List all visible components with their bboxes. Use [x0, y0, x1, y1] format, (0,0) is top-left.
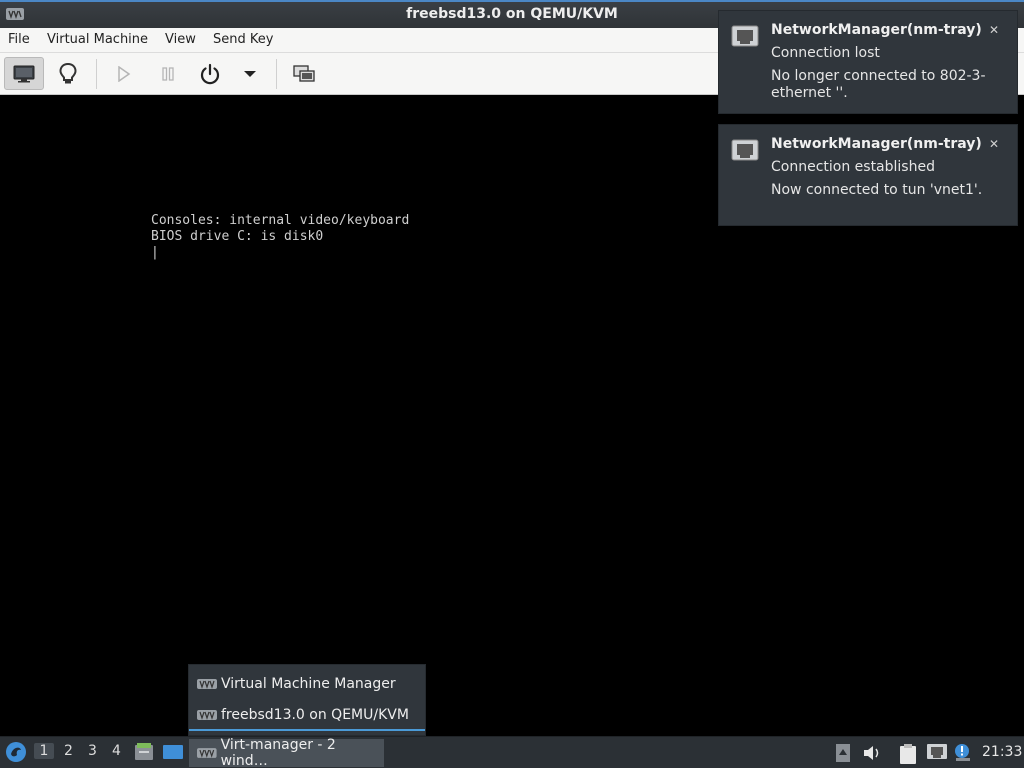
menu-view[interactable]: View	[165, 32, 196, 47]
virt-manager-icon	[197, 679, 217, 689]
virt-manager-icon	[197, 710, 217, 720]
network-wired-icon	[731, 139, 759, 161]
clipboard-icon[interactable]	[898, 743, 918, 765]
menu-send-key[interactable]: Send Key	[213, 32, 273, 47]
close-icon[interactable]: ✕	[989, 23, 999, 37]
taskbar-task-label: Virt-manager - 2 wind…	[220, 737, 336, 768]
clock[interactable]: 21:33	[982, 744, 1022, 760]
update-notifier-icon[interactable]	[953, 743, 973, 763]
console-line: BIOS drive C: is disk0	[151, 229, 324, 244]
workspace-2[interactable]: 2	[64, 743, 73, 759]
menu-virtual-machine[interactable]: Virtual Machine	[47, 32, 148, 47]
lightbulb-icon	[59, 62, 77, 83]
notification-body: No longer connected to 802-3-ethernet ''…	[771, 68, 986, 101]
snapshot-button[interactable]	[284, 57, 324, 90]
popup-item-virtual-machine-manager[interactable]: Virtual Machine Manager	[189, 669, 425, 699]
notification-connection-established[interactable]: NetworkManager(nm-tray) Connection estab…	[718, 124, 1018, 226]
toolbar-separator	[276, 59, 277, 89]
pause-icon	[162, 66, 174, 81]
snapshot-icon	[293, 64, 315, 82]
file-manager-icon[interactable]	[134, 742, 154, 762]
shutdown-button[interactable]	[190, 57, 230, 90]
shutdown-menu-button[interactable]	[230, 57, 270, 90]
console-line: Consoles: internal video/keyboard	[151, 213, 410, 228]
play-icon	[118, 65, 131, 82]
toolbar-separator	[96, 59, 97, 89]
run-button[interactable]	[104, 57, 144, 90]
monitor-icon	[13, 65, 35, 82]
notification-app-name: NetworkManager(nm-tray)	[771, 22, 982, 38]
popup-item-label: Virtual Machine Manager	[221, 676, 396, 692]
console-cursor: |	[151, 245, 159, 260]
virt-manager-icon	[197, 748, 217, 758]
network-wired-icon	[731, 25, 759, 47]
notification-summary: Connection lost	[771, 45, 880, 61]
taskbar-task-virt-manager[interactable]: Virt-manager - 2 wind…	[189, 737, 384, 768]
notification-summary: Connection established	[771, 159, 935, 175]
chevron-down-icon	[244, 70, 256, 77]
notification-connection-lost[interactable]: NetworkManager(nm-tray) Connection lost …	[718, 10, 1018, 114]
workspace-3[interactable]: 3	[88, 743, 97, 759]
volume-icon[interactable]	[862, 743, 882, 763]
taskbar: 1 2 3 4 Virt-manager - 2 wind… 21:33	[0, 736, 1024, 768]
window-list-popup: Virtual Machine Manager freebsd13.0 on Q…	[188, 664, 426, 736]
start-menu-icon[interactable]	[5, 741, 27, 763]
notification-body: Now connected to tun 'vnet1'.	[771, 182, 983, 198]
show-desktop-icon[interactable]	[162, 743, 184, 761]
details-button[interactable]	[48, 57, 88, 90]
workspace-4[interactable]: 4	[112, 743, 121, 759]
close-icon[interactable]: ✕	[989, 137, 999, 151]
popup-item-label: freebsd13.0 on QEMU/KVM	[221, 707, 409, 723]
notification-app-name: NetworkManager(nm-tray)	[771, 136, 982, 152]
tray-expand-icon[interactable]	[835, 743, 851, 763]
pause-button[interactable]	[148, 57, 188, 90]
power-icon	[200, 63, 220, 84]
workspace-1[interactable]: 1	[34, 743, 54, 759]
network-wired-icon[interactable]	[926, 743, 948, 763]
popup-item-freebsd-console[interactable]: freebsd13.0 on QEMU/KVM	[189, 701, 425, 731]
console-button[interactable]	[4, 57, 44, 90]
menu-file[interactable]: File	[8, 32, 30, 47]
